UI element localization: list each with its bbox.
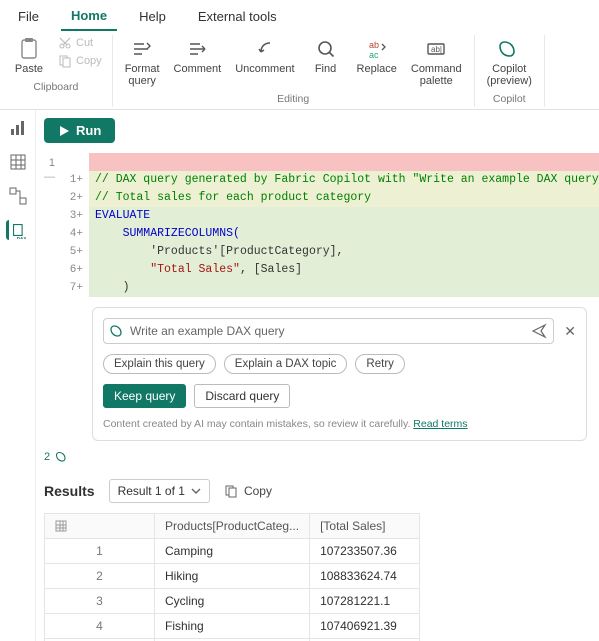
paste-button[interactable]: Paste — [8, 35, 50, 77]
suggestion-explain-topic[interactable]: Explain a DAX topic — [224, 354, 348, 374]
results-title: Results — [44, 483, 95, 499]
results-table: Products[ProductCateg... [Total Sales] 1… — [44, 513, 420, 641]
chevron-down-icon — [191, 486, 201, 496]
replace-icon: abac — [365, 37, 389, 61]
ribbon-group-editing: Format query Comment Uncomment Find abac… — [113, 35, 475, 107]
svg-text:ab: ab — [369, 40, 379, 50]
command-palette-button[interactable]: ab| Command palette — [407, 35, 466, 89]
comment-button[interactable]: Comment — [170, 35, 226, 77]
menu-bar: File Home Help External tools — [0, 0, 599, 31]
copilot-button[interactable]: Copilot (preview) — [483, 35, 536, 89]
close-icon[interactable]: ✕ — [564, 323, 576, 340]
col-total-sales[interactable]: [Total Sales] — [310, 514, 420, 539]
ribbon-group-clipboard: Paste Cut Copy Clipboard — [0, 35, 113, 107]
paste-label: Paste — [15, 63, 43, 75]
suggestion-explain-query[interactable]: Explain this query — [103, 354, 216, 374]
ribbon-group-copilot: Copilot (preview) Copilot — [475, 35, 545, 107]
nav-data-icon[interactable] — [8, 152, 28, 172]
results-section: Results Result 1 of 1 Copy Products[Prod… — [44, 479, 587, 641]
clipboard-icon — [17, 37, 41, 61]
find-button[interactable]: Find — [305, 35, 347, 77]
read-terms-link[interactable]: Read terms — [413, 418, 467, 430]
format-icon — [130, 37, 154, 61]
content-area: Run 1 — 1+// DAX query generated by Fabr… — [36, 110, 599, 641]
copy-icon — [58, 54, 72, 68]
code-editor[interactable]: 1 — 1+// DAX query generated by Fabric C… — [44, 153, 587, 297]
comment-icon — [185, 37, 209, 61]
suggestion-retry[interactable]: Retry — [355, 354, 404, 374]
result-selector[interactable]: Result 1 of 1 — [109, 479, 210, 503]
menu-file[interactable]: File — [8, 5, 49, 30]
play-icon — [58, 125, 70, 137]
format-query-button[interactable]: Format query — [121, 35, 164, 89]
side-nav: DAX — [0, 110, 36, 641]
col-product-category[interactable]: Products[ProductCateg... — [155, 514, 310, 539]
menu-home[interactable]: Home — [61, 4, 117, 31]
svg-text:ab|: ab| — [431, 45, 442, 54]
search-icon — [314, 37, 338, 61]
copilot-input[interactable] — [103, 318, 554, 344]
table-corner-icon — [45, 514, 155, 539]
palette-icon: ab| — [424, 37, 448, 61]
svg-text:ac: ac — [369, 50, 379, 60]
copy-results-button[interactable]: Copy — [224, 484, 272, 498]
send-icon[interactable] — [531, 323, 547, 339]
table-row[interactable]: 2Hiking108833624.74 — [45, 564, 420, 589]
discard-query-button[interactable]: Discard query — [194, 384, 290, 408]
run-button[interactable]: Run — [44, 118, 115, 143]
group-title-editing: Editing — [277, 93, 309, 105]
keep-query-button[interactable]: Keep query — [103, 384, 186, 408]
uncomment-icon — [253, 37, 277, 61]
copilot-spark-icon — [110, 324, 124, 338]
copy-button[interactable]: Copy — [56, 53, 104, 69]
copy-icon — [224, 484, 238, 498]
outer-gutter: 1 — — [44, 153, 55, 297]
copilot-panel: ✕ Explain this query Explain a DAX topic… — [92, 307, 587, 441]
nav-dax-icon[interactable]: DAX — [6, 220, 26, 240]
svg-text:DAX: DAX — [17, 236, 26, 239]
ai-disclaimer: Content created by AI may contain mistak… — [103, 418, 576, 430]
cut-button[interactable]: Cut — [56, 35, 104, 51]
ribbon: Paste Cut Copy Clipboard — [0, 31, 599, 110]
replace-button[interactable]: abac Replace — [353, 35, 401, 77]
uncomment-button[interactable]: Uncomment — [231, 35, 298, 77]
nav-report-icon[interactable] — [8, 118, 28, 138]
nav-model-icon[interactable] — [8, 186, 28, 206]
table-row[interactable]: 4Fishing107406921.39 — [45, 614, 420, 639]
copilot-text-input[interactable] — [130, 324, 525, 338]
group-title-clipboard: Clipboard — [33, 81, 78, 93]
menu-help[interactable]: Help — [129, 5, 176, 30]
table-row[interactable]: 3Cycling107281221.1 — [45, 589, 420, 614]
table-row[interactable]: 1Camping107233507.36 — [45, 539, 420, 564]
copilot-small-icon[interactable] — [56, 451, 68, 463]
scissors-icon — [58, 36, 72, 50]
group-title-copilot: Copilot — [493, 93, 526, 105]
copilot-icon — [497, 37, 521, 61]
menu-external-tools[interactable]: External tools — [188, 5, 287, 30]
line-marker: 2 — [44, 451, 587, 463]
